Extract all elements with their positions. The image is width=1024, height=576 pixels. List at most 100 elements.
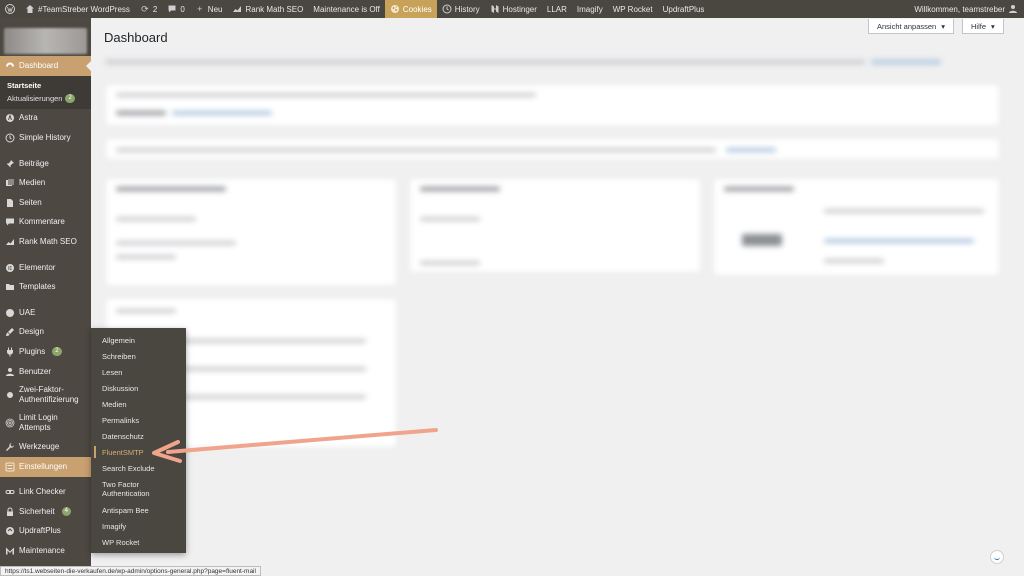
imagify-label: Imagify xyxy=(576,4,603,14)
sidebar-item-label: Zwei-Faktor-Authentifizierung xyxy=(19,385,79,405)
plugin-icon xyxy=(5,347,15,357)
cookies-link[interactable]: Cookies xyxy=(384,0,437,18)
history-link[interactable]: History xyxy=(437,0,485,18)
flyout-item-diskussion[interactable]: Diskussion xyxy=(91,380,186,396)
wrench-icon xyxy=(5,442,15,452)
wp-logo-menu[interactable] xyxy=(0,0,20,18)
sidebar-item-seiten[interactable]: Seiten xyxy=(0,193,91,213)
rankmath-icon xyxy=(5,237,15,247)
sidebar-item-label: Limit Login Attempts xyxy=(19,413,58,433)
new-label: Neu xyxy=(207,4,223,14)
sidebar-item-label: Seiten xyxy=(19,197,42,207)
maintenance-m-icon xyxy=(5,546,15,556)
caret-down-icon: ▾ xyxy=(941,21,945,31)
sidebar-item-dashboard[interactable]: Dashboard xyxy=(0,56,91,76)
sidebar-item-label: Beiträge xyxy=(19,158,49,168)
updraftplus-label: UpdraftPlus xyxy=(662,4,705,14)
hostinger-link[interactable]: Hostinger xyxy=(485,0,542,18)
sidebar-item-simple-history[interactable]: Simple History xyxy=(0,128,91,148)
sidebar-item-medien[interactable]: Medien xyxy=(0,173,91,193)
sidebar-item-einstellungen[interactable]: Einstellungen xyxy=(0,456,91,477)
sidebar-item-uae[interactable]: UAE xyxy=(0,303,91,323)
help-button[interactable]: Hilfe ▾ xyxy=(962,19,1004,34)
sidebar-item-sicherheit[interactable]: Sicherheit 4 xyxy=(0,502,91,522)
status-url: https://ts1.webseiten-die-verkaufen.de/w… xyxy=(0,566,261,576)
home-icon xyxy=(25,4,35,14)
flyout-item-imagify[interactable]: Imagify xyxy=(91,518,186,534)
widget-left xyxy=(105,178,397,286)
comment-bubble-icon xyxy=(5,217,15,227)
user-avatar-icon xyxy=(1008,4,1018,14)
sidebar-item-templates[interactable]: Templates xyxy=(0,277,91,297)
sidebar-item-updraftplus[interactable]: UpdraftPlus xyxy=(0,522,91,542)
sidebar-item-elementor[interactable]: Elementor xyxy=(0,258,91,278)
sidebar-item-rankmath[interactable]: Rank Math SEO xyxy=(0,232,91,252)
flyout-item-antispam-bee[interactable]: Antispam Bee xyxy=(91,502,186,518)
paintbrush-icon xyxy=(5,327,15,337)
sidebar-item-label: Simple History xyxy=(19,132,71,142)
updates-count: 2 xyxy=(152,4,158,14)
flyout-item-schreiben[interactable]: Schreiben xyxy=(91,348,186,364)
browser-status-bar: https://ts1.webseiten-die-verkaufen.de/w… xyxy=(0,566,1024,576)
folder-icon xyxy=(5,282,15,292)
rankmath-chart-icon xyxy=(232,4,242,14)
link-chain-icon xyxy=(5,487,15,497)
sidebar-item-plugins[interactable]: Plugins 2 xyxy=(0,342,91,362)
user-icon xyxy=(5,367,15,377)
imagify-link[interactable]: Imagify xyxy=(572,0,608,18)
wprocket-label: WP Rocket xyxy=(612,4,653,14)
submenu-label: Aktualisierungen xyxy=(7,93,63,103)
plugins-update-badge: 2 xyxy=(52,347,62,357)
submenu-item-aktualisierungen[interactable]: Aktualisierungen 2 xyxy=(0,92,91,105)
main-content: Dashboard Ansicht anpassen ▾ Hilfe ▾ xyxy=(91,18,1024,566)
page-title: Dashboard xyxy=(104,30,168,45)
sidebar-item-label: Einstellungen xyxy=(19,461,68,471)
admin-bar: #TeamStreber WordPress ⟳ 2 0 + Neu Rank … xyxy=(0,0,1024,18)
sidebar-item-label: Link Checker xyxy=(19,487,66,497)
help-label: Hilfe xyxy=(971,21,987,31)
sidebar-item-werkzeuge[interactable]: Werkzeuge xyxy=(0,437,91,457)
info-card xyxy=(105,138,1000,160)
maintenance-label: Maintenance is Off xyxy=(313,4,380,14)
maintenance-status-link[interactable]: Maintenance is Off xyxy=(308,0,385,18)
flyout-item-lesen[interactable]: Lesen xyxy=(91,364,186,380)
sidebar-item-link-checker[interactable]: Link Checker xyxy=(0,483,91,503)
sidebar-item-benutzer[interactable]: Benutzer xyxy=(0,362,91,382)
flyout-item-allgemein[interactable]: Allgemein xyxy=(91,332,186,348)
widget-middle xyxy=(409,178,701,273)
flyout-item-two-factor[interactable]: Two Factor Authentication xyxy=(91,476,186,502)
submenu-label: Startseite xyxy=(7,80,42,90)
welcome-label: Willkommen, teamstreber xyxy=(914,4,1005,14)
comments-link[interactable]: 0 xyxy=(162,0,189,18)
screen-options-button[interactable]: Ansicht anpassen ▾ xyxy=(868,19,954,34)
sidebar-item-kommentare[interactable]: Kommentare xyxy=(0,213,91,233)
sidebar-item-label: Rank Math SEO xyxy=(19,236,77,246)
hostinger-logo-icon xyxy=(490,4,500,14)
updraftplus-link[interactable]: UpdraftPlus xyxy=(658,0,710,18)
my-account-link[interactable]: Willkommen, teamstreber xyxy=(909,0,1024,18)
rankmath-link[interactable]: Rank Math SEO xyxy=(227,0,308,18)
sidebar-item-zwei-faktor[interactable]: Zwei-Faktor-Authentifizierung xyxy=(0,381,91,409)
site-name-link[interactable]: #TeamStreber WordPress xyxy=(20,0,135,18)
sidebar-item-astra[interactable]: Astra xyxy=(0,109,91,129)
history-label: History xyxy=(454,4,480,14)
new-content-link[interactable]: + Neu xyxy=(190,0,228,18)
two-factor-icon xyxy=(5,390,15,400)
wprocket-link[interactable]: WP Rocket xyxy=(608,0,658,18)
flyout-item-medien[interactable]: Medien xyxy=(91,396,186,412)
cookies-label: Cookies xyxy=(402,4,432,14)
sidebar-item-limit-login[interactable]: Limit Login Attempts xyxy=(0,409,91,437)
flyout-item-wp-rocket[interactable]: WP Rocket xyxy=(91,534,186,550)
sidebar-item-maintenance[interactable]: Maintenance xyxy=(0,541,91,561)
sidebar-item-design[interactable]: Design xyxy=(0,323,91,343)
annotation-arrow xyxy=(152,428,438,463)
notice-line xyxy=(105,60,865,64)
submenu-item-startseite[interactable]: Startseite xyxy=(0,79,91,92)
llar-link[interactable]: LLAR xyxy=(542,0,572,18)
updates-link[interactable]: ⟳ 2 xyxy=(135,0,162,18)
caret-down-icon: ▾ xyxy=(991,21,995,31)
uae-logo-icon xyxy=(5,308,15,318)
sidebar-logo xyxy=(4,28,87,54)
sidebar-item-beitraege[interactable]: Beiträge xyxy=(0,154,91,174)
scroll-to-top-icon[interactable] xyxy=(990,550,1004,564)
